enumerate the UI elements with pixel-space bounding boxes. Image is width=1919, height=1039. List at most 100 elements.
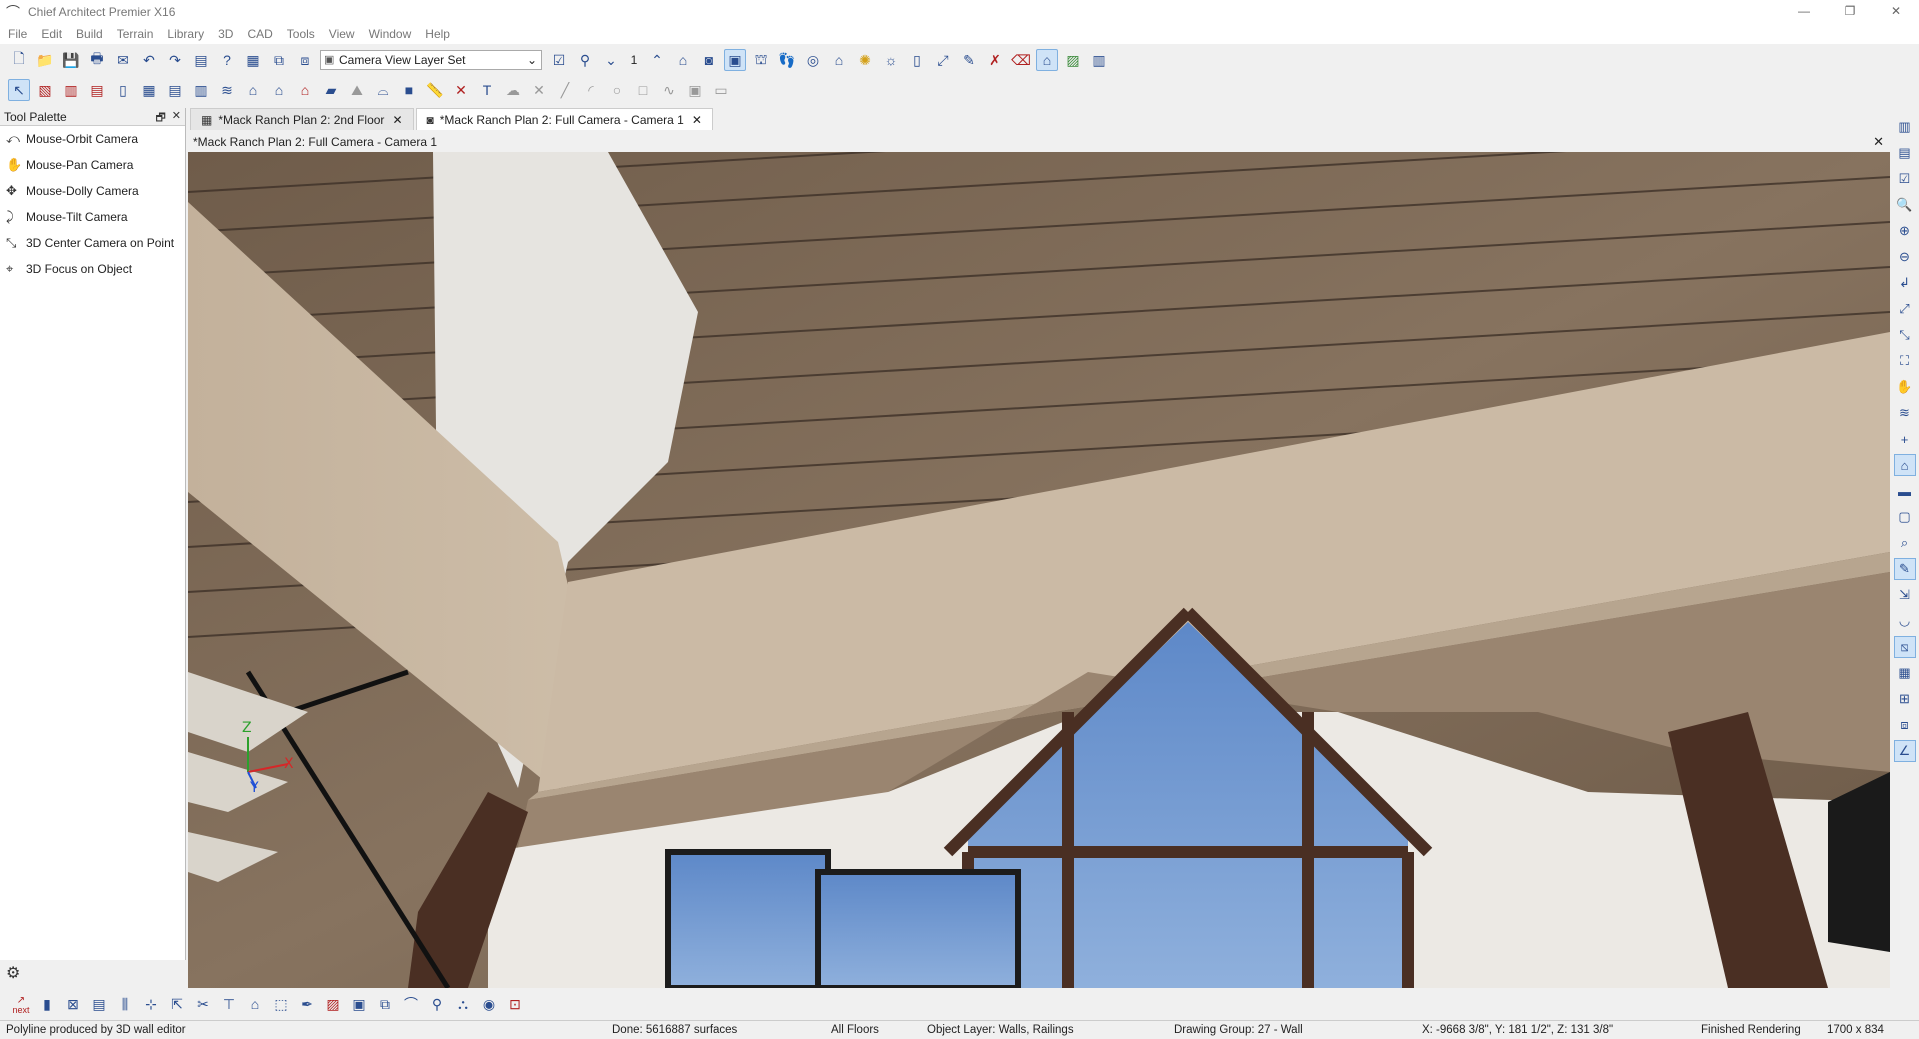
circle-icon[interactable]: ○ [606,79,628,101]
menu-terrain[interactable]: Terrain [117,27,154,41]
wall-icon[interactable]: ▧ [34,79,56,101]
railing-icon[interactable]: ▥ [60,79,82,101]
shelf-icon[interactable]: ▥ [190,79,212,101]
plus-icon[interactable]: + [1894,428,1916,450]
fill-icon[interactable]: ▣ [348,993,370,1015]
menu-edit[interactable]: Edit [41,27,62,41]
roof-icon[interactable]: ≋ [216,79,238,101]
palette-item-dolly[interactable]: ✥ Mouse-Dolly Camera [0,178,185,204]
stair-icon[interactable]: ▤ [164,79,186,101]
layers-icon[interactable]: ≋ [1894,402,1916,424]
send-icon[interactable]: ✉ [112,49,134,71]
red-box-icon[interactable]: ⊡ [504,993,526,1015]
red-tool-icon[interactable]: ✗ [984,49,1006,71]
cross-icon[interactable]: ✕ [528,79,550,101]
view-close-icon[interactable]: ✕ [1873,134,1884,150]
rectangle-icon[interactable]: □ [632,79,654,101]
menu-library[interactable]: Library [167,27,204,41]
cad-icon[interactable]: ▭ [710,79,732,101]
fill-window-all-icon[interactable]: ⤡ [1894,324,1916,346]
palette-item-pan[interactable]: ✋ Mouse-Pan Camera [0,152,185,178]
curve-icon[interactable]: ◡ [1894,610,1916,632]
restore-button[interactable]: ❐ [1827,0,1873,22]
spline-icon[interactable]: ∿ [658,79,680,101]
line-weight-icon[interactable]: ▬ [1894,480,1916,502]
menu-file[interactable]: File [8,27,27,41]
project-browser-icon[interactable]: ▤ [1894,142,1916,164]
arc-tool-icon[interactable]: ⌒ [400,993,422,1015]
cloud-icon[interactable]: ☁ [502,79,524,101]
eyedropper-icon[interactable]: ✒ [296,993,318,1015]
floor-up-icon[interactable]: ⌃ [646,49,668,71]
dormer-icon[interactable]: ⌂ [268,79,290,101]
fit-icon[interactable]: ⛶ [1894,350,1916,372]
copy-object-icon[interactable]: ⧉ [374,993,396,1015]
properties-icon[interactable]: ▤ [88,993,110,1015]
sun-icon[interactable]: ☼ [880,49,902,71]
layer-display-icon[interactable]: ▦ [242,49,264,71]
help-icon[interactable]: ? [216,49,238,71]
palette-item-focus[interactable]: ⌖ 3D Focus on Object [0,256,185,282]
window-tool-icon[interactable]: ▦ [138,79,160,101]
palette-item-orbit[interactable]: ⤺ Mouse-Orbit Camera [0,126,185,152]
copy-layer-icon[interactable]: ⧉ [268,49,290,71]
new-document-icon[interactable]: 🗋 [8,49,30,71]
menu-view[interactable]: View [329,27,355,41]
select-icon[interactable]: ↖ [8,79,30,101]
3d-viewport[interactable]: X Z Y [188,152,1890,988]
zoom-icon[interactable]: 🔍 [1894,194,1916,216]
fill-window-icon[interactable]: ⤢ [1894,298,1916,320]
home-icon[interactable]: ⌂ [244,993,266,1015]
floor-down-icon[interactable]: ⌄ [600,49,622,71]
move-icon[interactable]: ⇱ [166,993,188,1015]
tab-close-icon[interactable]: ✕ [692,113,702,127]
undo-icon[interactable]: ↶ [138,49,160,71]
exterior-camera-icon[interactable]: ⌂ [672,49,694,71]
palette-close-icon[interactable]: ✕ [172,109,181,128]
active-house-icon[interactable]: ⌂ [1893,454,1916,476]
menu-help[interactable]: Help [425,27,450,41]
active-camera-icon[interactable]: ▣ [724,49,746,71]
float-icon[interactable]: 🗗 [155,109,165,128]
palette-item-center[interactable]: ⤡ 3D Center Camera on Point [0,230,185,256]
cube-icon[interactable]: ■ [398,79,420,101]
menu-build[interactable]: Build [76,27,103,41]
menu-tools[interactable]: Tools [287,27,315,41]
checklist-icon[interactable]: ☑ [1894,168,1916,190]
print-icon[interactable]: 🖶 [86,49,108,71]
snap-icon[interactable]: ⧅ [1893,636,1916,658]
line-icon[interactable]: ╱ [554,79,576,101]
align-tool-icon[interactable]: ⊤ [218,993,240,1015]
red-eraser-icon[interactable]: ⌫ [1010,49,1032,71]
window-tile-icon[interactable]: ▥ [1088,49,1110,71]
menu-cad[interactable]: CAD [247,27,272,41]
door-tool-icon[interactable]: ▯ [112,79,134,101]
arch-icon[interactable]: ⌓ [372,79,394,101]
edit-icon[interactable]: ✎ [958,49,980,71]
walkthrough-icon[interactable]: 👣 [776,49,798,71]
tab-2nd-floor[interactable]: ▦ *Mack Ranch Plan 2: 2nd Floor ✕ [190,108,414,130]
gear-icon[interactable]: ⚙ [6,963,20,983]
tab-close-icon[interactable]: ✕ [392,113,402,127]
page-setup-icon[interactable]: ▤ [190,49,212,71]
dimension-icon[interactable]: ✕ [450,79,472,101]
redo-icon[interactable]: ↷ [164,49,186,71]
library-icon[interactable]: ▥ [1894,116,1916,138]
object-snap-icon[interactable]: ⧈ [1894,714,1916,736]
open-folder-icon[interactable]: 📁 [34,49,56,71]
layer-set-dropdown[interactable]: ▣ Camera View Layer Set ⌄ [320,50,542,70]
split-view-icon[interactable]: ▨ [1062,49,1084,71]
pan-icon[interactable]: ✋ [1894,376,1916,398]
page-icon[interactable]: ▢ [1894,506,1916,528]
text-icon[interactable]: T [476,79,498,101]
elevation-icon[interactable]: ⛫ [750,49,772,71]
light-icon[interactable]: ✺ [854,49,876,71]
menu-window[interactable]: Window [369,27,412,41]
tab-full-camera[interactable]: ◙ *Mack Ranch Plan 2: Full Camera - Came… [415,108,713,130]
plan-view-icon[interactable]: ⌂ [1036,49,1058,71]
terrain-icon[interactable]: ⛰ [346,79,368,101]
slab-icon[interactable]: ▰ [320,79,342,101]
edit-line-icon[interactable]: ✎ [1893,558,1916,580]
close-button[interactable]: ✕ [1873,0,1919,22]
measure-icon[interactable]: ⤢ [932,49,954,71]
